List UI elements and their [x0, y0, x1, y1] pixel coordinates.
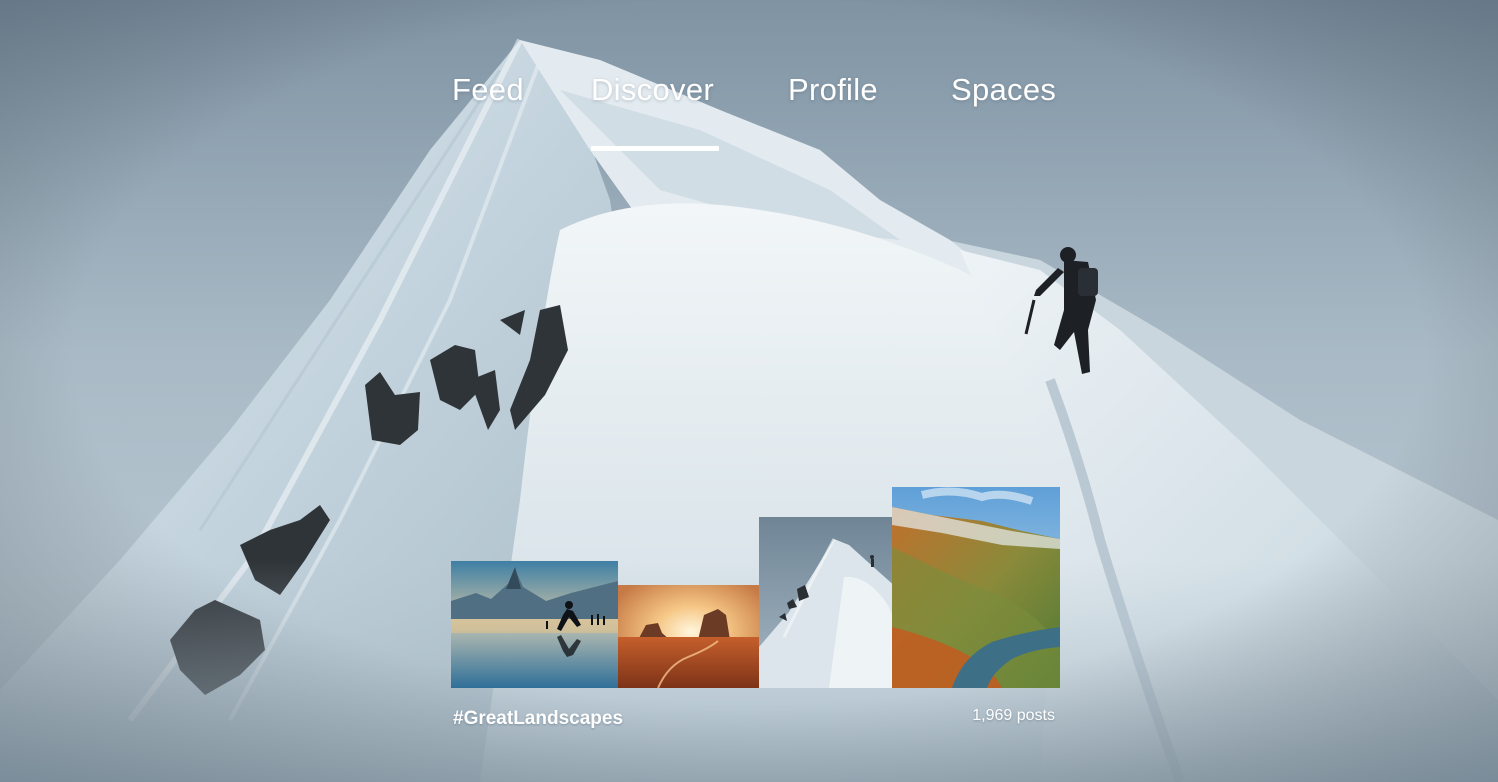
tab-spaces[interactable]: Spaces [951, 72, 1056, 108]
top-navigation: Feed Discover Profile Spaces [0, 72, 1498, 162]
tab-discover[interactable]: Discover [591, 72, 714, 108]
discover-screen: Feed Discover Profile Spaces #GreatLands… [0, 0, 1498, 782]
collection-card-great-landscapes[interactable]: #GreatLandscapes 1,969 posts [451, 487, 1060, 737]
desert-sunset-photo [618, 585, 764, 688]
valley-road-photo [892, 487, 1060, 688]
beach-runner-photo [451, 561, 618, 688]
collection-post-count: 1,969 posts [972, 707, 1055, 724]
selected-tab-indicator [591, 146, 719, 151]
collection-title: #GreatLandscapes [453, 708, 624, 729]
tab-feed[interactable]: Feed [452, 72, 524, 108]
tab-profile[interactable]: Profile [788, 72, 878, 108]
